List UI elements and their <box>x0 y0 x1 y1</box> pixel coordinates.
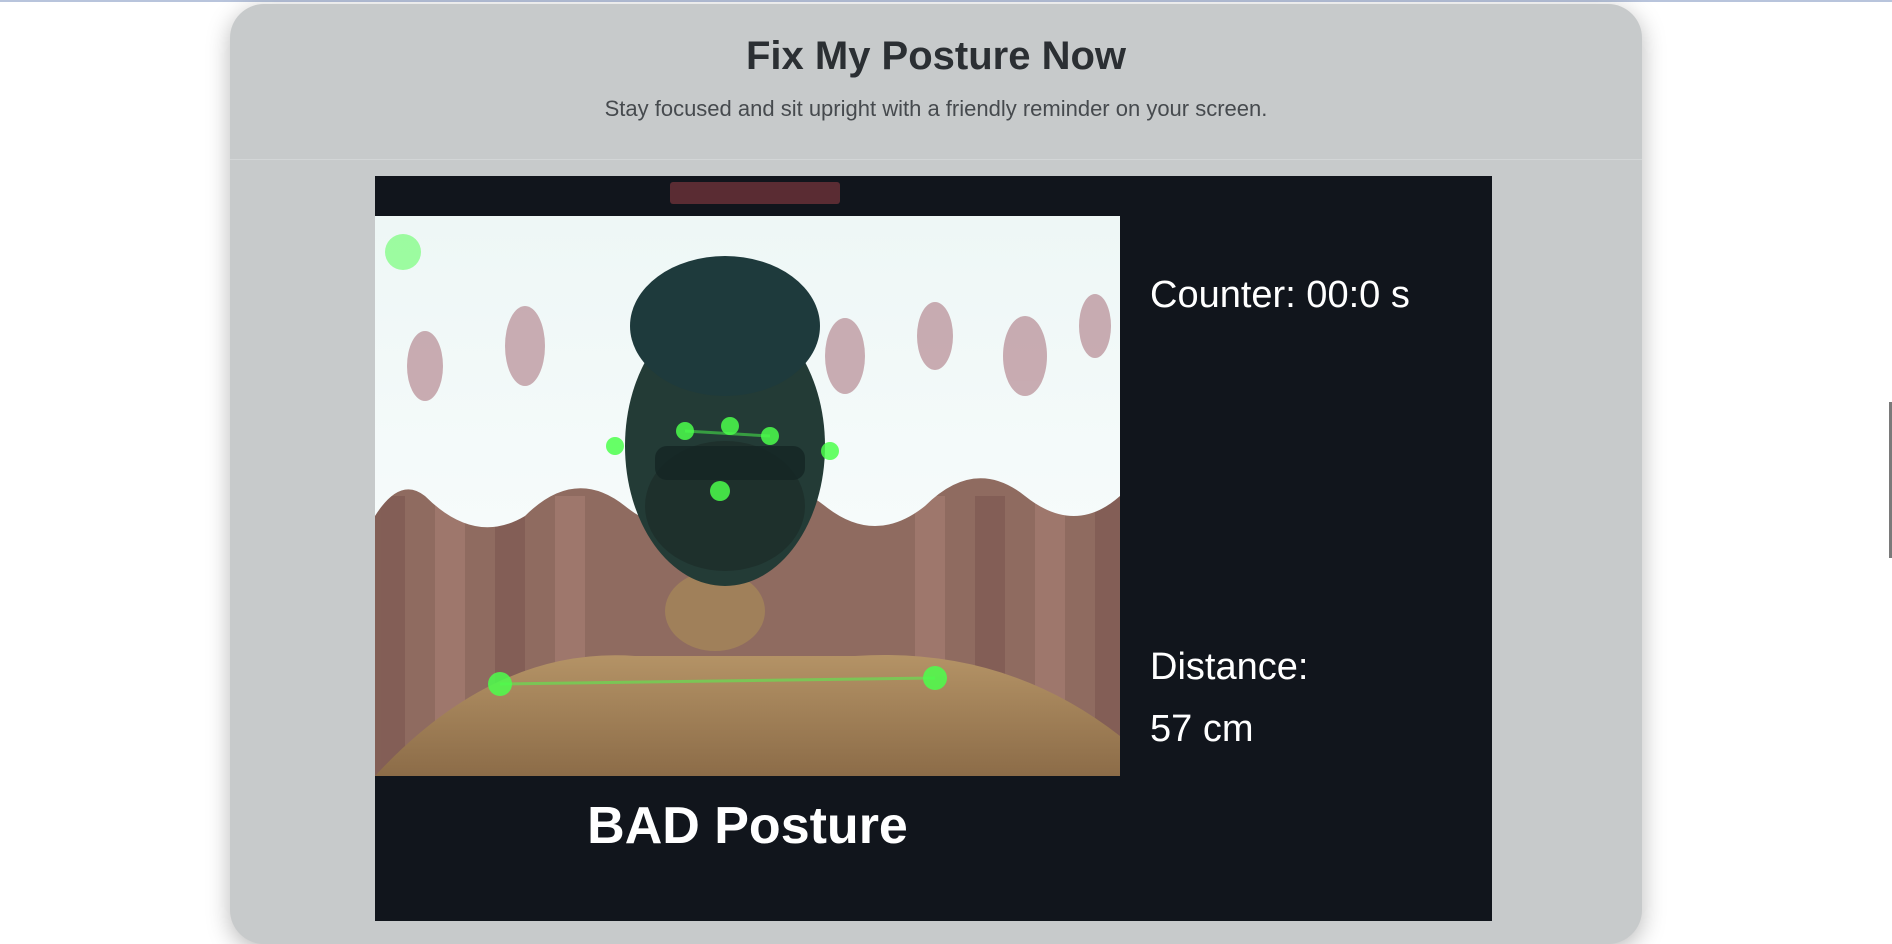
distance-value: 57 cm <box>1150 708 1254 750</box>
status-tab-indicator <box>670 182 840 204</box>
duration-counter: Counter: 00:0 s <box>1150 274 1410 316</box>
card-header: Fix My Posture Now Stay focused and sit … <box>230 4 1642 160</box>
landmark-dot <box>710 481 730 501</box>
pose-landmark-overlay <box>385 234 947 696</box>
browser-top-border <box>0 0 1892 2</box>
posture-monitor-panel: Counter: 00:0 s Distance: 57 cm BAD Post… <box>375 176 1492 921</box>
page-title: Fix My Posture Now <box>745 34 1127 78</box>
landmark-dot <box>606 437 624 455</box>
distance-label: Distance: <box>1150 646 1309 688</box>
landmark-dot <box>821 442 839 460</box>
page-subtitle: Stay focused and sit upright with a frie… <box>604 96 1268 121</box>
landmark-dot <box>385 234 421 270</box>
webcam-feed <box>375 216 1120 776</box>
posture-status-text: BAD Posture <box>587 797 908 855</box>
posture-card: Fix My Posture Now Stay focused and sit … <box>230 4 1642 944</box>
